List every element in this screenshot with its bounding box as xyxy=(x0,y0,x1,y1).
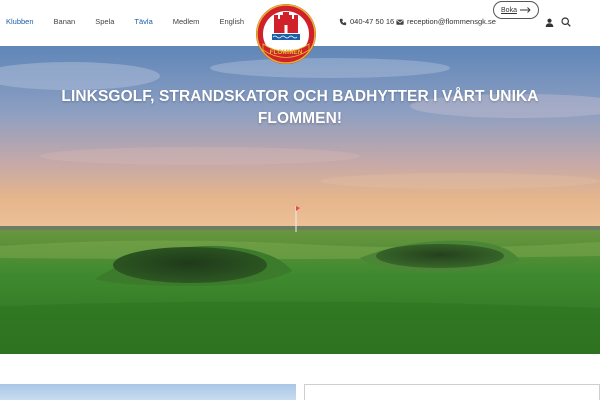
book-button[interactable]: Boka xyxy=(493,1,539,19)
nav-item-klubben[interactable]: Klubben xyxy=(6,17,34,26)
email-contact[interactable]: reception@flommensgk.se xyxy=(396,17,496,26)
hero-title: LINKSGOLF, STRANDSKATOR OCH BADHYTTER I … xyxy=(61,88,539,127)
phone-number: 040-47 50 16 xyxy=(350,17,395,26)
club-crest-icon: FLOMMEN xyxy=(256,4,316,64)
nav-item-english[interactable]: English xyxy=(219,17,244,26)
site-header: Klubben Banan Spela Tävla Medlem English… xyxy=(0,0,600,64)
logo-text: FLOMMEN xyxy=(270,49,303,56)
phone-contact[interactable]: 040-47 50 16 xyxy=(339,17,394,26)
envelope-icon xyxy=(396,19,404,25)
hero-banner: LINKSGOLF, STRANDSKATOR OCH BADHYTTER I … xyxy=(0,46,600,354)
nav-item-spela[interactable]: Spela xyxy=(95,17,114,26)
email-address: reception@flommensgk.se xyxy=(407,17,496,26)
phone-icon xyxy=(339,18,347,25)
user-icon[interactable] xyxy=(545,18,554,27)
nav-item-tavla[interactable]: Tävla xyxy=(134,17,152,26)
nav-item-banan[interactable]: Banan xyxy=(54,17,76,26)
club-logo[interactable]: FLOMMEN xyxy=(255,3,317,65)
search-icon[interactable] xyxy=(561,17,571,27)
content-card-image[interactable] xyxy=(0,384,296,400)
nav-item-medlem[interactable]: Medlem xyxy=(173,17,200,26)
book-button-label: Boka xyxy=(501,6,517,14)
main-nav: Klubben Banan Spela Tävla Medlem English xyxy=(6,17,264,26)
arrow-right-icon xyxy=(519,7,531,13)
content-card[interactable] xyxy=(304,384,600,400)
